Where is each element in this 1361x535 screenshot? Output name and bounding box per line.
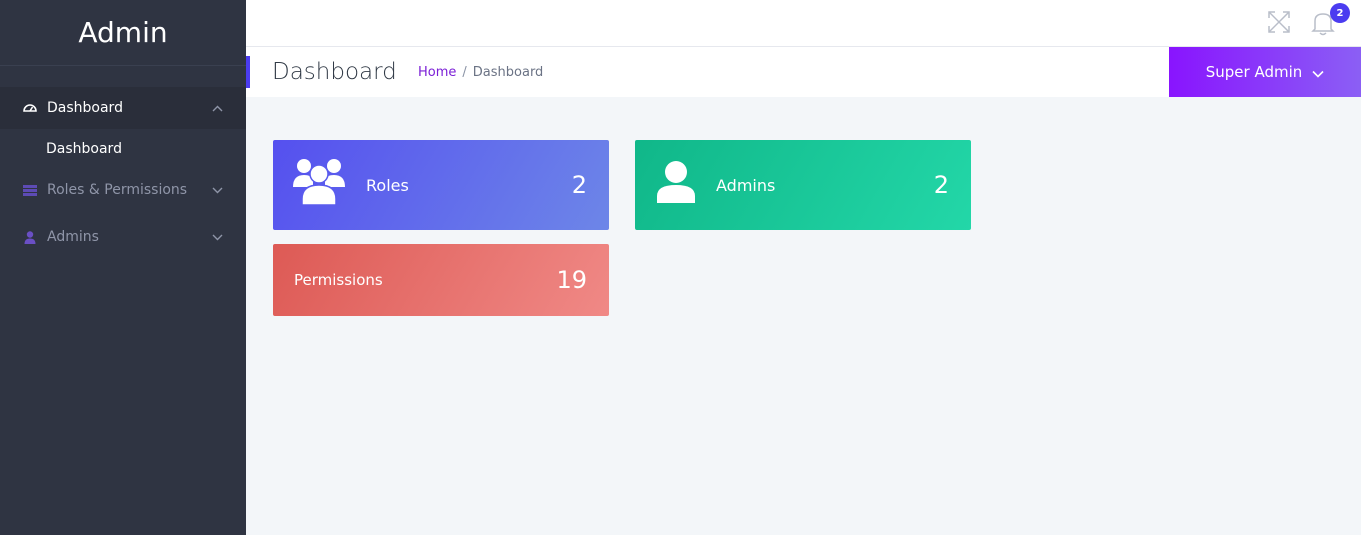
breadcrumb-home-link[interactable]: Home — [418, 65, 456, 80]
breadcrumb: Home / Dashboard — [418, 65, 543, 80]
expand-icon[interactable] — [1267, 10, 1291, 34]
user-menu-button[interactable]: Super Admin — [1169, 47, 1361, 97]
sidebar-item-label: Roles & Permissions — [47, 182, 188, 198]
card-value: 2 — [933, 171, 949, 199]
submenu-item-dashboard[interactable]: Dashboard — [0, 129, 246, 169]
sidebar-menu: Dashboard Dashboard Roles & Permissions … — [0, 66, 246, 258]
user-icon — [22, 229, 38, 245]
breadcrumb-separator: / — [462, 65, 467, 80]
brand: Admin — [0, 0, 246, 66]
card-value: 19 — [556, 266, 587, 294]
chevron-down-icon — [210, 230, 224, 244]
title-accent-bar — [246, 56, 250, 88]
sidebar-item-label: Dashboard — [47, 100, 123, 116]
card-label: Roles — [366, 175, 409, 195]
stat-card-roles[interactable]: Roles 2 — [273, 140, 609, 230]
sidebar-item-admins[interactable]: Admins — [0, 216, 246, 258]
chevron-down-icon — [210, 183, 224, 197]
sidebar: Admin Dashboard Dashboard Roles & Permis… — [0, 0, 246, 535]
card-value: 2 — [571, 171, 587, 199]
table-icon — [22, 182, 38, 198]
stat-card-admins[interactable]: Admins 2 — [635, 140, 971, 230]
brand-title: Admin — [78, 16, 168, 49]
stat-card-permissions[interactable]: Permissions 19 — [273, 244, 609, 316]
chevron-up-icon — [210, 101, 224, 115]
page-header: Dashboard Home / Dashboard Super Admin — [246, 47, 1361, 97]
user-icon — [656, 161, 696, 207]
breadcrumb-current: Dashboard — [472, 65, 544, 80]
users-icon — [293, 157, 345, 209]
card-label: Permissions — [294, 271, 383, 289]
chevron-down-icon — [1312, 63, 1324, 82]
sidebar-item-dashboard[interactable]: Dashboard — [0, 87, 246, 129]
sidebar-item-label: Admins — [47, 229, 99, 245]
card-label: Admins — [716, 175, 776, 195]
page-title: Dashboard — [272, 59, 397, 85]
sidebar-item-roles-permissions[interactable]: Roles & Permissions — [0, 169, 246, 211]
topbar: 2 — [246, 0, 1361, 47]
gauge-icon — [22, 100, 38, 116]
user-name: Super Admin — [1205, 63, 1303, 81]
notification-badge: 2 — [1330, 3, 1350, 23]
